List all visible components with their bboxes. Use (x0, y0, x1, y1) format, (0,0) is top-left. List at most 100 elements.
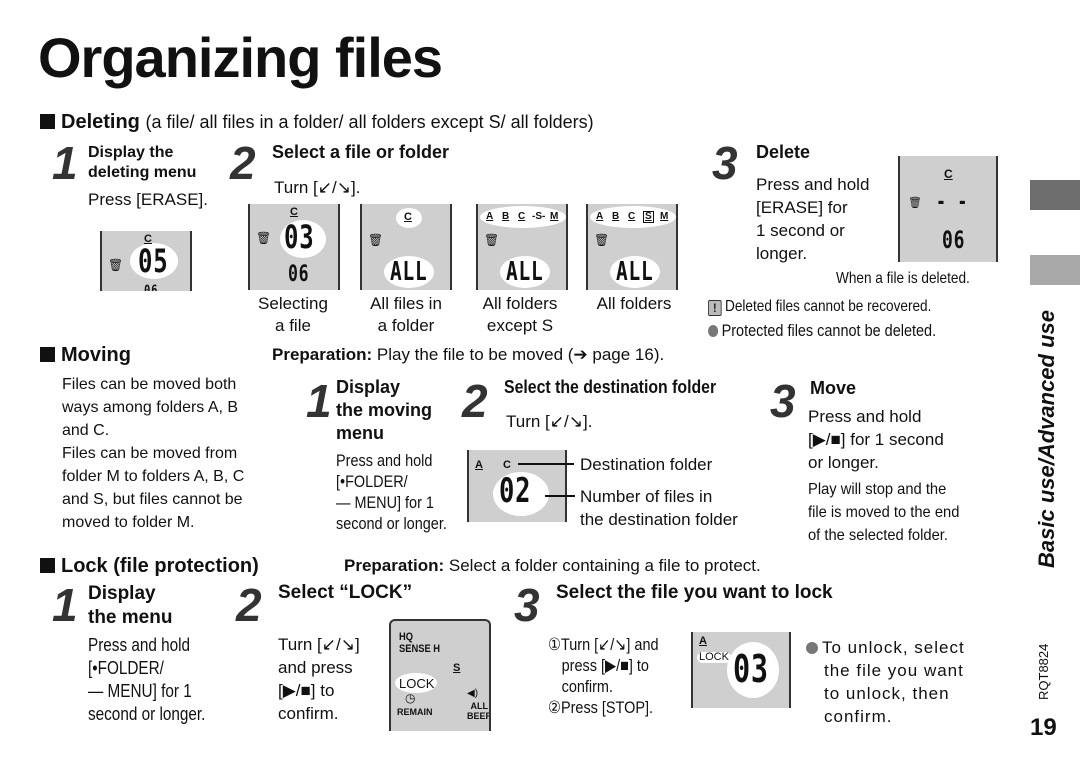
label-number-of-files-cont: the destination folder (580, 510, 738, 529)
file-number-display: 03 (733, 647, 769, 691)
page-title: Organizing files (38, 26, 443, 89)
file-number-display: 05 (138, 242, 169, 280)
delete-note-recover: ! Deleted files cannot be recovered. (708, 296, 931, 317)
text-line: moved to folder M. (62, 514, 195, 531)
lock-step1-number: 1 (52, 579, 78, 631)
remain-label: REMAIN (397, 707, 433, 717)
text-line: confirm. (278, 704, 339, 723)
text-line: and C. (62, 422, 110, 439)
move-step1-text: Press and hold [•FOLDER/ — MENU] for 1 s… (336, 450, 447, 534)
deleting-heading-label: Deleting (61, 111, 140, 133)
text-line: Files can be moved from (62, 445, 238, 462)
caption-line: a file (275, 316, 311, 335)
trash-icon: 🗑 (368, 233, 384, 247)
lock-heading: Lock (file protection) (40, 556, 259, 576)
lock-step2-text: Turn [↙/↘] and press [▶/■] to confirm. (278, 633, 360, 725)
folder-indicator: C (944, 167, 953, 181)
text-line: ways among folders A, B (62, 399, 239, 416)
text-line: Press and hold (808, 407, 922, 426)
text-line: second or longer. (88, 704, 206, 724)
total-files-display: 06 (144, 283, 159, 291)
warning-icon: ! (708, 300, 722, 316)
deleting-heading: Deleting (a file/ all files in a folder/… (40, 112, 594, 132)
move-step2-text: Turn [↙/↘]. (506, 412, 593, 431)
lock-step3-number: 3 (514, 579, 540, 631)
lock-heading-label: Lock (file protection) (61, 555, 259, 577)
lcd-selecting-file: C 🗑 03 06 (248, 204, 340, 290)
lcd-menu-lock: HQ SENSE H S LOCK ◷ REMAIN ◀) ALL BEEP (389, 619, 491, 731)
title-line: the menu (88, 607, 173, 628)
quality-indicator: HQ SENSE H (399, 631, 440, 655)
folder-indicator: M (550, 211, 559, 222)
text-line: — MENU] for 1 (336, 493, 434, 512)
text-line: [•FOLDER/ (88, 658, 164, 678)
delete-step2-number: 2 (230, 137, 256, 189)
folder-indicator: M (660, 211, 669, 222)
text-line: [▶/■] for 1 second (808, 430, 944, 449)
text-line: [▶/■] to (278, 681, 335, 700)
moving-heading: Moving (40, 345, 131, 365)
text-line: [ERASE] for (756, 198, 848, 217)
label-number-of-files: Number of files in (580, 487, 713, 506)
text-line: ②Press [STOP]. (548, 698, 654, 717)
all-display: ALL (616, 257, 654, 287)
file-count-display: 02 (499, 471, 532, 511)
note-text: Deleted files cannot be recovered. (725, 298, 932, 315)
note-text: Protected files cannot be deleted. (721, 321, 937, 340)
move-step2-number: 2 (462, 375, 488, 427)
delete-step1-title-line1: Display the (88, 144, 174, 161)
preparation-text: Play the file to be moved (➔ page 16). (376, 345, 665, 364)
text-line: ①Turn [↙/↘] and (548, 635, 659, 654)
sense-label: SENSE H (399, 643, 441, 655)
beep-indicator: ALL BEEP (467, 701, 491, 721)
lock-preparation: Preparation: Select a folder containing … (344, 556, 761, 576)
lock-menu-item: LOCK (399, 676, 435, 691)
lock-step2-title: Select “LOCK” (278, 582, 413, 603)
folder-indicator: B (612, 211, 620, 222)
delete-note-protected: Protected files cannot be deleted. (708, 320, 936, 341)
text-line: the file you want (824, 661, 964, 680)
bullet-icon (708, 325, 719, 337)
section-square-icon (40, 558, 55, 573)
deleting-heading-note: (a file/ all files in a folder/ all fold… (145, 112, 594, 132)
lock-step1-title: Display the menu (88, 582, 172, 630)
text-line: confirm. (561, 677, 613, 696)
delete-step1-number: 1 (52, 137, 78, 189)
quality-label: HQ (399, 631, 414, 643)
beep-label: BEEP (467, 711, 491, 721)
caption-selecting-file: Selecting a file (240, 293, 346, 337)
trash-icon: 🗑 (484, 233, 500, 247)
moving-description: Files can be moved both ways among folde… (62, 373, 244, 534)
text-line: of the selected folder. (808, 527, 948, 544)
delete-step2-title: Select a file or folder (272, 142, 450, 162)
speaker-icon: ◀) (467, 688, 479, 699)
doc-code: RQT8824 (1036, 643, 1051, 700)
folder-indicator-s: S (643, 211, 654, 223)
move-step3-title: Move (810, 378, 857, 398)
text-line: or longer. (808, 453, 879, 472)
leader-line (545, 495, 575, 497)
caption-line: a folder (377, 316, 435, 335)
folder-indicator: S (453, 662, 461, 674)
bullet-icon (806, 642, 818, 654)
side-section-label: Basic use/Advanced use (1034, 309, 1059, 568)
all-display: ALL (506, 257, 544, 287)
folder-indicator: C (518, 211, 526, 222)
clock-icon: ◷ (405, 691, 416, 705)
trash-icon: 🗑 (908, 197, 922, 209)
folder-indicator: C (404, 211, 412, 223)
caption-all-folders-except-s: All folders except S (466, 293, 574, 337)
folder-indicator-excluded: -S- (532, 211, 546, 222)
delete-step3-caption: When a file is deleted. (836, 270, 970, 287)
moving-heading-label: Moving (61, 344, 131, 366)
text-line: and press (278, 658, 353, 677)
side-tab-light (1030, 255, 1080, 285)
title-line: menu (336, 423, 385, 443)
move-step2-title: Select the destination folder (504, 377, 717, 397)
delete-step2-text: Turn [↙/↘]. (274, 178, 361, 197)
text-line: file is moved to the end (808, 504, 960, 521)
caption-line: Selecting (258, 294, 328, 313)
folder-indicator: A (596, 211, 604, 222)
title-line: the moving (336, 400, 433, 420)
section-square-icon (40, 347, 55, 362)
